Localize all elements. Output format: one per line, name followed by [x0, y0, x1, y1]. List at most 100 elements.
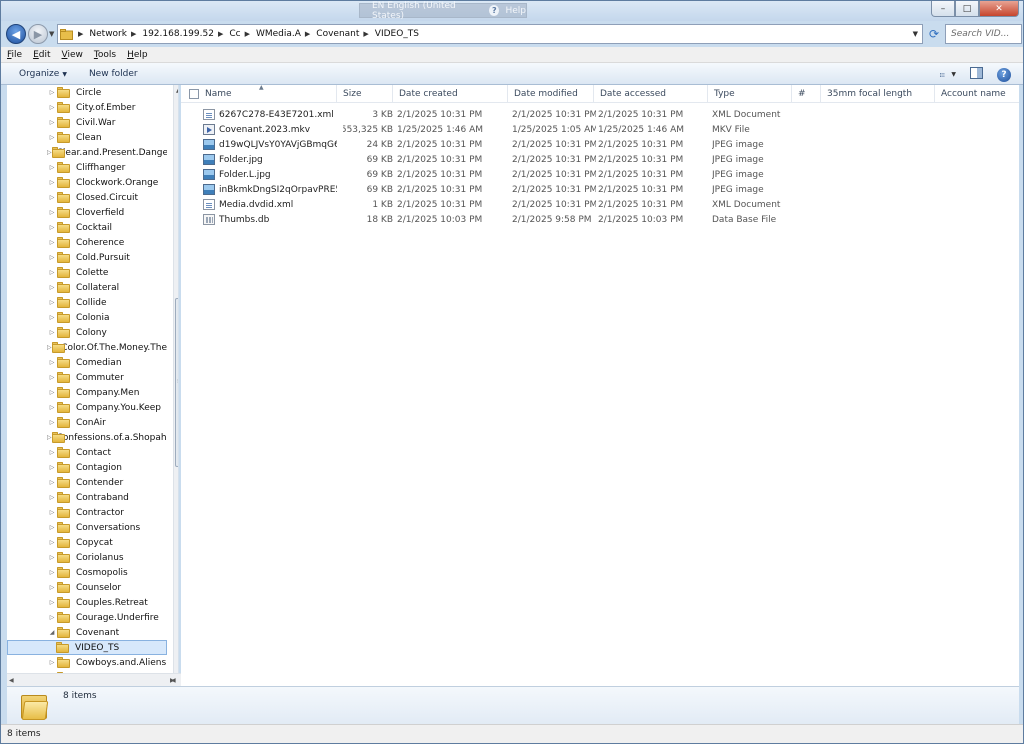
- file-row[interactable]: d19wQLJVsY0YAVjGBmqG6... 24 KB 2/1/2025 10…: [203, 137, 1019, 152]
- tree-item[interactable]: ▷ Counselor: [7, 580, 167, 595]
- collapsed-chevron-icon[interactable]: ▷: [47, 359, 57, 366]
- tree-item[interactable]: ◢ Covenant: [7, 625, 167, 640]
- tree-item[interactable]: ▷ Cocktail: [7, 220, 167, 235]
- tree-item[interactable]: ▷ Civil.War: [7, 115, 167, 130]
- breadcrumb-cc[interactable]: Cc: [229, 29, 240, 39]
- breadcrumb-wmedia[interactable]: WMedia.A: [256, 29, 301, 39]
- file-row[interactable]: Covenant.2023.mkv 6,553,325 KB 1/25/2025 1…: [203, 122, 1019, 137]
- file-row[interactable]: Thumbs.db 18 KB 2/1/2025 10:03 PM 2/1/2025 …: [203, 212, 1019, 227]
- breadcrumb-separator-icon[interactable]: ▶: [131, 30, 136, 38]
- collapsed-chevron-icon[interactable]: ▷: [47, 224, 57, 231]
- expanded-chevron-icon[interactable]: ◢: [47, 629, 57, 636]
- preview-pane-button[interactable]: [970, 67, 983, 82]
- collapsed-chevron-icon[interactable]: ▷: [47, 464, 57, 471]
- file-row[interactable]: 6267C278-E43E7201.xml 3 KB 2/1/2025 10:31 …: [203, 107, 1019, 122]
- menu-view[interactable]: View: [62, 50, 83, 60]
- tree-item[interactable]: ▷ Contagion: [7, 460, 167, 475]
- breadcrumb-video-ts[interactable]: VIDEO_TS: [375, 29, 419, 39]
- tree-item[interactable]: ▷ Color.Of.The.Money.The: [7, 340, 167, 355]
- collapsed-chevron-icon[interactable]: ▷: [47, 134, 57, 141]
- collapsed-chevron-icon[interactable]: ▷: [47, 194, 57, 201]
- breadcrumb-covenant[interactable]: Covenant: [316, 29, 359, 39]
- close-button[interactable]: ✕: [979, 1, 1019, 17]
- collapsed-chevron-icon[interactable]: ▷: [47, 104, 57, 111]
- collapsed-chevron-icon[interactable]: ▷: [47, 179, 57, 186]
- tree-item[interactable]: ▷ Conversations: [7, 520, 167, 535]
- change-view-button[interactable]: ▼: [940, 68, 956, 81]
- tree-item[interactable]: ▷ Cloverfield: [7, 205, 167, 220]
- collapsed-chevron-icon[interactable]: ▷: [47, 149, 52, 156]
- tree-item[interactable]: ▷ Contraband: [7, 490, 167, 505]
- collapsed-chevron-icon[interactable]: ▷: [47, 299, 57, 306]
- collapsed-chevron-icon[interactable]: ▷: [47, 254, 57, 261]
- collapsed-chevron-icon[interactable]: ▷: [47, 329, 57, 336]
- collapsed-chevron-icon[interactable]: ▷: [47, 614, 57, 621]
- tree-item[interactable]: ▷ Company.Men: [7, 385, 167, 400]
- tree-item[interactable]: ▷ Comedian: [7, 355, 167, 370]
- file-row[interactable]: inBkmkDngSI2qOrpavPRE5... 69 KB 2/1/2025 1…: [203, 182, 1019, 197]
- column-header-focal-length[interactable]: 35mm focal length: [821, 85, 935, 103]
- tree-item[interactable]: ▷ Colonia: [7, 310, 167, 325]
- tree-item[interactable]: ▷ ConAir: [7, 415, 167, 430]
- collapsed-chevron-icon[interactable]: ▷: [47, 89, 57, 96]
- breadcrumb-separator-icon[interactable]: ▶: [305, 30, 310, 38]
- collapsed-chevron-icon[interactable]: ▷: [47, 599, 57, 606]
- tree-item[interactable]: ▷ City.of.Ember: [7, 100, 167, 115]
- collapsed-chevron-icon[interactable]: ▷: [47, 569, 57, 576]
- collapsed-chevron-icon[interactable]: ▷: [47, 449, 57, 456]
- forward-button[interactable]: ▶: [28, 24, 48, 44]
- minimize-button[interactable]: –: [931, 1, 955, 17]
- collapsed-chevron-icon[interactable]: ▷: [47, 404, 57, 411]
- tree-item[interactable]: ▷ Cowboys.and.Aliens: [7, 655, 167, 670]
- column-header-date-accessed[interactable]: Date accessed: [594, 85, 708, 103]
- collapsed-chevron-icon[interactable]: ▷: [47, 659, 57, 666]
- refresh-button[interactable]: ⟳: [925, 25, 943, 43]
- collapsed-chevron-icon[interactable]: ▷: [47, 479, 57, 486]
- breadcrumb-separator-icon[interactable]: ▶: [363, 30, 368, 38]
- collapsed-chevron-icon[interactable]: ▷: [47, 389, 57, 396]
- organize-button[interactable]: Organize ▼: [19, 69, 67, 79]
- collapsed-chevron-icon[interactable]: ▷: [47, 584, 57, 591]
- column-header-size[interactable]: Size: [337, 85, 393, 103]
- tree-item[interactable]: ▷ Cosmopolis: [7, 565, 167, 580]
- tree-item[interactable]: ▷ Confessions.of.a.Shopaholic: [7, 430, 167, 445]
- search-input[interactable]: Search VID...: [945, 24, 1022, 44]
- new-folder-button[interactable]: New folder: [89, 69, 138, 79]
- tree-vertical-scrollbar[interactable]: ▲ ≡ ▼: [173, 85, 178, 686]
- collapsed-chevron-icon[interactable]: ▷: [47, 164, 57, 171]
- tree-item[interactable]: ▷ Closed.Circuit: [7, 190, 167, 205]
- tree-item[interactable]: ▷ Copycat: [7, 535, 167, 550]
- file-row[interactable]: Media.dvdid.xml 1 KB 2/1/2025 10:31 PM 2/1/…: [203, 197, 1019, 212]
- scroll-left-icon[interactable]: ◀: [9, 677, 14, 684]
- collapsed-chevron-icon[interactable]: ▷: [47, 374, 57, 381]
- breadcrumb-network[interactable]: Network: [89, 29, 127, 39]
- collapsed-chevron-icon[interactable]: ▷: [47, 419, 57, 426]
- scroll-left-icon[interactable]: ◀: [171, 677, 176, 684]
- recent-pages-dropdown[interactable]: ▼: [49, 30, 54, 38]
- column-header-name[interactable]: Name: [199, 85, 337, 103]
- tree-item[interactable]: ▷ Colette: [7, 265, 167, 280]
- tree-item[interactable]: ▷ Colony: [7, 325, 167, 340]
- collapsed-chevron-icon[interactable]: ▷: [47, 269, 57, 276]
- address-dropdown-icon[interactable]: ▼: [913, 30, 918, 38]
- collapsed-chevron-icon[interactable]: ▷: [47, 539, 57, 546]
- collapsed-chevron-icon[interactable]: ▷: [47, 119, 57, 126]
- tree-horizontal-scrollbar[interactable]: ◀ ▶: [7, 673, 179, 686]
- tree-item[interactable]: ▷ Contact: [7, 445, 167, 460]
- menu-edit[interactable]: Edit: [33, 50, 50, 60]
- collapsed-chevron-icon[interactable]: ▷: [47, 524, 57, 531]
- tree-item[interactable]: ▷ Clockwork.Orange: [7, 175, 167, 190]
- breadcrumb-separator-icon[interactable]: ▶: [78, 30, 83, 38]
- breadcrumb-ip[interactable]: 192.168.199.52: [142, 29, 214, 39]
- back-button[interactable]: ◀: [6, 24, 26, 44]
- column-header-account-name[interactable]: Account name: [935, 85, 1019, 103]
- address-bar[interactable]: ▶ Network ▶ 192.168.199.52 ▶ Cc ▶ WMedia…: [57, 24, 923, 44]
- tree-item[interactable]: ▷ Circle: [7, 85, 167, 100]
- tree-item[interactable]: ▷ Couples.Retreat: [7, 595, 167, 610]
- select-all-checkbox[interactable]: [189, 89, 199, 99]
- view-dropdown-icon[interactable]: ▼: [951, 71, 956, 78]
- file-row[interactable]: Folder.L.jpg 69 KB 2/1/2025 10:31 PM 2/1/20…: [203, 167, 1019, 182]
- collapsed-chevron-icon[interactable]: ▷: [47, 209, 57, 216]
- tree-item[interactable]: ▷ Collide: [7, 295, 167, 310]
- tree-item[interactable]: ▷ Cliffhanger: [7, 160, 167, 175]
